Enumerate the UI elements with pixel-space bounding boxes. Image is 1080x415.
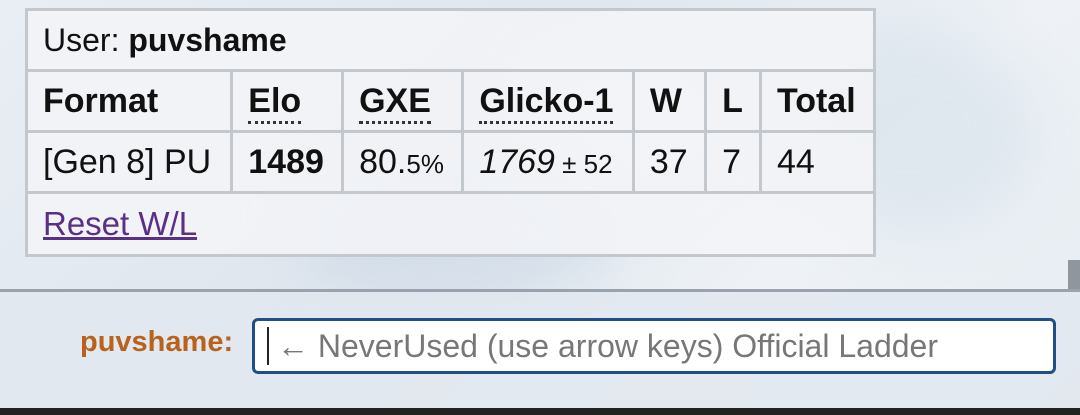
header-total: Total <box>758 69 877 133</box>
header-gxe-label[interactable]: GXE <box>359 81 431 124</box>
cell-elo: 1489 <box>230 130 345 194</box>
elo-value: 1489 <box>248 142 324 181</box>
ladder-rank-box: User: puvshame Format Elo GXE Glicko-1 W… <box>24 8 877 257</box>
header-elo-label[interactable]: Elo <box>248 81 302 124</box>
chat-log: User: puvshame Format Elo GXE Glicko-1 W… <box>0 0 1080 290</box>
glicko-deviation: ± 52 <box>554 148 613 179</box>
header-format: Format <box>24 69 234 133</box>
gxe-value: 80. <box>359 142 407 181</box>
user-label: User: <box>43 21 129 58</box>
user-row: User: puvshame <box>25 8 876 72</box>
gxe-decimal: 5% <box>406 148 444 179</box>
reset-cell: Reset W/L <box>25 191 876 257</box>
glicko-value: 1769 <box>479 142 555 181</box>
table-row: [Gen 8] PU 1489 80.5% 1769 ± 52 37 7 44 <box>24 130 877 194</box>
reset-wl-link[interactable]: Reset W/L <box>43 205 197 242</box>
compose-username-label: puvshame: <box>80 326 234 358</box>
input-placeholder: ← NeverUsed (use arrow keys) Official La… <box>277 327 938 364</box>
header-glicko-label[interactable]: Glicko-1 <box>479 81 614 124</box>
scrollbar-thumb[interactable] <box>1068 260 1080 290</box>
header-row: Format Elo GXE Glicko-1 W L Total <box>24 69 877 133</box>
chat-compose-bar: puvshame: ← NeverUsed (use arrow keys) O… <box>0 292 1080 410</box>
user-cell: User: puvshame <box>25 8 876 72</box>
cell-total: 44 <box>758 130 877 194</box>
username: puvshame <box>128 21 287 58</box>
cell-wins: 37 <box>631 130 708 194</box>
cell-gxe: 80.5% <box>341 130 465 194</box>
ladder-table: User: puvshame Format Elo GXE Glicko-1 W… <box>24 8 877 257</box>
header-glicko: Glicko-1 <box>461 69 635 133</box>
header-gxe: GXE <box>341 69 465 133</box>
cell-format: [Gen 8] PU <box>24 130 234 194</box>
chat-message-input[interactable]: ← NeverUsed (use arrow keys) Official La… <box>252 318 1056 374</box>
bottom-edge <box>0 408 1080 415</box>
cell-losses: 7 <box>704 130 762 194</box>
header-losses: L <box>704 69 762 133</box>
header-elo: Elo <box>230 69 345 133</box>
text-caret <box>267 327 269 365</box>
cell-glicko: 1769 ± 52 <box>461 130 635 194</box>
header-wins: W <box>631 69 708 133</box>
reset-row: Reset W/L <box>25 191 876 257</box>
